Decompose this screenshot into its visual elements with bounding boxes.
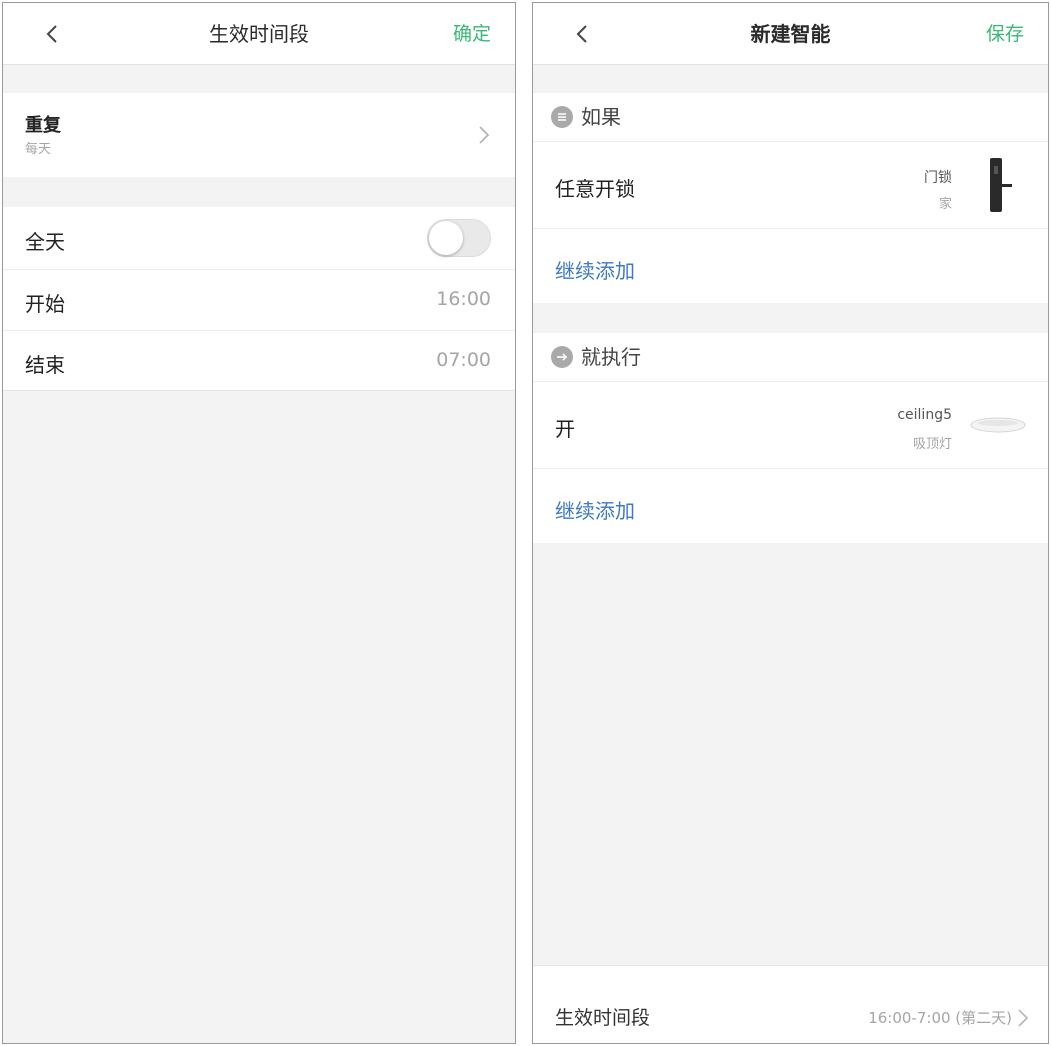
end-value: 07:00 xyxy=(436,349,491,371)
then-section-label: 就执行 xyxy=(581,345,641,369)
action-device-type: 吸顶灯 xyxy=(912,437,952,452)
start-row[interactable]: 开始 16:00 xyxy=(3,270,515,330)
if-add-more-row[interactable]: 继续添加 xyxy=(533,229,1048,303)
if-section-header: 如果 xyxy=(533,93,1048,141)
time-period-screen: 生效时间段 确定 重复 每天 全天 开始 16:00 结束 07:00 xyxy=(2,2,516,1044)
time-period-row[interactable]: 生效时间段 16:00-7:00 (第二天) xyxy=(533,965,1048,1043)
door-lock-icon xyxy=(990,158,1012,212)
confirm-button[interactable]: 确定 xyxy=(453,3,491,65)
time-period-value: 16:00-7:00 (第二天) xyxy=(868,1009,1012,1027)
then-add-more-row[interactable]: 继续添加 xyxy=(533,469,1048,543)
all-day-row: 全天 xyxy=(3,207,515,269)
new-automation-screen: 新建智能 保存 如果 任意开锁 门锁 家 继续添加 就执行 开 ceiling5… xyxy=(532,2,1049,1044)
if-section-label: 如果 xyxy=(581,105,621,129)
save-button[interactable]: 保存 xyxy=(986,3,1024,65)
nav-bar: 新建智能 保存 xyxy=(533,3,1048,65)
repeat-label: 重复 xyxy=(25,115,61,136)
arrow-right-circle-icon xyxy=(551,346,573,368)
nav-bar: 生效时间段 确定 xyxy=(3,3,515,65)
all-day-toggle[interactable] xyxy=(427,219,491,257)
end-row[interactable]: 结束 07:00 xyxy=(3,331,515,391)
ceiling-light-icon xyxy=(970,417,1026,433)
all-day-label: 全天 xyxy=(25,230,65,254)
chevron-right-icon xyxy=(479,126,490,144)
toggle-knob xyxy=(429,221,463,255)
condition-label: 任意开锁 xyxy=(555,177,635,201)
action-row[interactable]: 开 ceiling5 吸顶灯 xyxy=(533,382,1048,468)
then-add-more-link[interactable]: 继续添加 xyxy=(555,495,635,524)
condition-row[interactable]: 任意开锁 门锁 家 xyxy=(533,142,1048,228)
chevron-right-icon xyxy=(1018,1009,1029,1027)
action-device-name: ceiling5 xyxy=(897,407,952,423)
page-title: 生效时间段 xyxy=(209,22,309,46)
repeat-value: 每天 xyxy=(25,142,52,157)
condition-device-name: 门锁 xyxy=(924,170,952,186)
time-period-label: 生效时间段 xyxy=(555,1007,651,1029)
page-title: 新建智能 xyxy=(750,22,831,46)
list-icon xyxy=(551,106,573,128)
then-section-header: 就执行 xyxy=(533,333,1048,381)
repeat-row[interactable]: 重复 每天 xyxy=(3,93,515,177)
end-label: 结束 xyxy=(25,353,65,377)
action-label: 开 xyxy=(555,417,575,441)
if-add-more-link[interactable]: 继续添加 xyxy=(555,255,635,284)
start-label: 开始 xyxy=(25,292,65,316)
start-value: 16:00 xyxy=(436,288,491,310)
condition-device-room: 家 xyxy=(938,197,952,212)
